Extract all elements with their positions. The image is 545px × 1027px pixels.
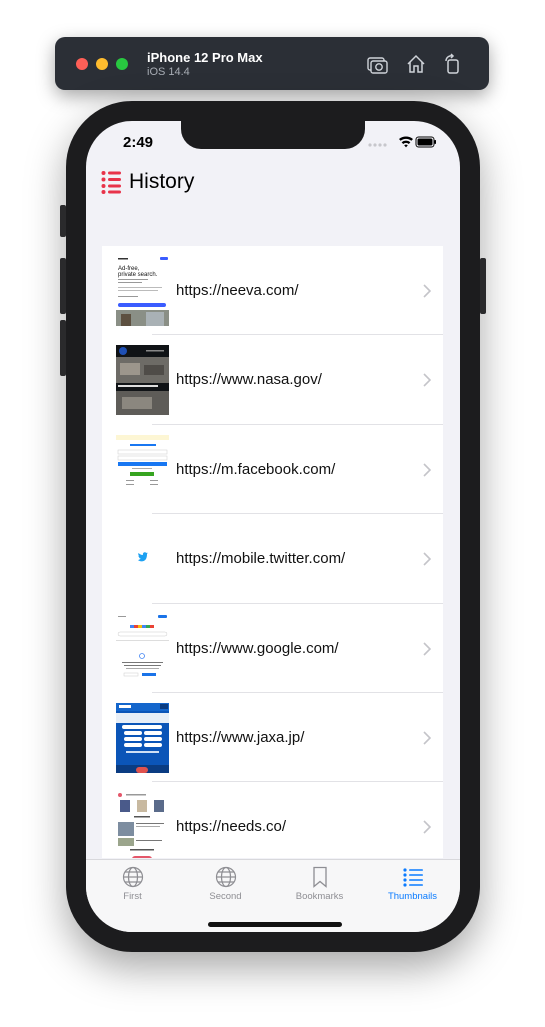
history-list[interactable]: Ad-free, private search. https://neeva.c… bbox=[102, 246, 443, 858]
phone-screen: 2:49 History Ad-free, private search. ht… bbox=[86, 121, 460, 932]
notch bbox=[181, 121, 365, 149]
globe-icon bbox=[215, 866, 236, 888]
tab-label: First bbox=[123, 891, 142, 902]
home-icon[interactable] bbox=[405, 53, 427, 75]
history-url: https://mobile.twitter.com/ bbox=[176, 550, 346, 568]
history-row-twitter[interactable]: https://mobile.twitter.com/ bbox=[102, 514, 443, 604]
chevron-right-icon bbox=[423, 641, 431, 656]
chevron-right-icon bbox=[423, 552, 431, 566]
volume-up-button bbox=[60, 258, 66, 314]
list-icon bbox=[402, 868, 423, 887]
tab-label: Thumbnails bbox=[387, 891, 438, 902]
thumbnail-twitter bbox=[116, 524, 169, 595]
wifi-icon bbox=[399, 136, 413, 148]
history-url: https://www.jaxa.jp/ bbox=[176, 728, 305, 746]
history-row-nasa[interactable]: https://www.nasa.gov/ bbox=[102, 335, 443, 425]
chevron-right-icon bbox=[423, 463, 431, 477]
tab-bar: First Second Bookmarks Thumbnails bbox=[86, 859, 460, 932]
tab-second[interactable]: Second bbox=[179, 866, 272, 906]
svg-text:private search.: private search. bbox=[118, 272, 158, 278]
history-row-facebook[interactable]: https://m.facebook.com/ bbox=[102, 425, 443, 515]
side-button bbox=[480, 258, 486, 314]
history-url: https://www.google.com/ bbox=[176, 639, 339, 657]
status-time: 2:49 bbox=[123, 134, 154, 151]
cellular-signal-icon bbox=[368, 143, 387, 147]
chevron-right-icon bbox=[423, 284, 431, 298]
status-indicators bbox=[367, 134, 437, 150]
rotate-icon[interactable] bbox=[442, 53, 464, 75]
history-row-needs[interactable]: https://needs.co/ bbox=[102, 782, 443, 858]
close-window-button[interactable] bbox=[76, 58, 88, 70]
os-version: iOS 14.4 bbox=[147, 66, 190, 78]
history-row-jaxa[interactable]: https://www.jaxa.jp/ bbox=[102, 693, 443, 783]
history-row-neeva[interactable]: Ad-free, private search. https://neeva.c… bbox=[102, 246, 443, 336]
tab-thumbnails[interactable]: Thumbnails bbox=[366, 866, 459, 906]
globe-icon bbox=[122, 866, 143, 888]
history-url: https://needs.co/ bbox=[176, 818, 287, 836]
thumbnail-facebook bbox=[116, 434, 169, 505]
history-url: https://www.nasa.gov/ bbox=[176, 371, 322, 389]
tab-first[interactable]: First bbox=[86, 866, 179, 906]
zoom-window-button[interactable] bbox=[116, 58, 128, 70]
chevron-right-icon bbox=[423, 731, 431, 745]
tab-label: Bookmarks bbox=[295, 891, 344, 902]
tab-bookmarks[interactable]: Bookmarks bbox=[273, 866, 366, 906]
thumbnail-nasa bbox=[116, 345, 169, 416]
chevron-right-icon bbox=[423, 820, 431, 834]
bookmark-icon bbox=[312, 866, 327, 888]
thumbnail-neeva: Ad-free, private search. bbox=[116, 256, 169, 326]
minimize-window-button[interactable] bbox=[96, 58, 108, 70]
chevron-right-icon bbox=[423, 373, 431, 387]
thumbnail-jaxa bbox=[116, 702, 169, 773]
simulator-toolbar: iPhone 12 Pro Max iOS 14.4 bbox=[55, 37, 489, 90]
home-indicator[interactable] bbox=[208, 922, 342, 927]
list-icon bbox=[101, 170, 121, 194]
tab-label: Second bbox=[209, 891, 242, 902]
battery-icon bbox=[415, 136, 436, 148]
history-row-google[interactable]: https://www.google.com/ bbox=[102, 604, 443, 693]
page-title: History bbox=[129, 170, 195, 193]
history-url: https://neeva.com/ bbox=[176, 282, 299, 299]
device-name: iPhone 12 Pro Max bbox=[147, 50, 263, 65]
thumbnail-google bbox=[116, 613, 169, 684]
screenshot-icon[interactable] bbox=[366, 53, 388, 75]
history-url: https://m.facebook.com/ bbox=[176, 460, 336, 478]
thumbnail-needs bbox=[116, 792, 169, 858]
mute-switch bbox=[60, 205, 66, 237]
volume-down-button bbox=[60, 320, 66, 376]
